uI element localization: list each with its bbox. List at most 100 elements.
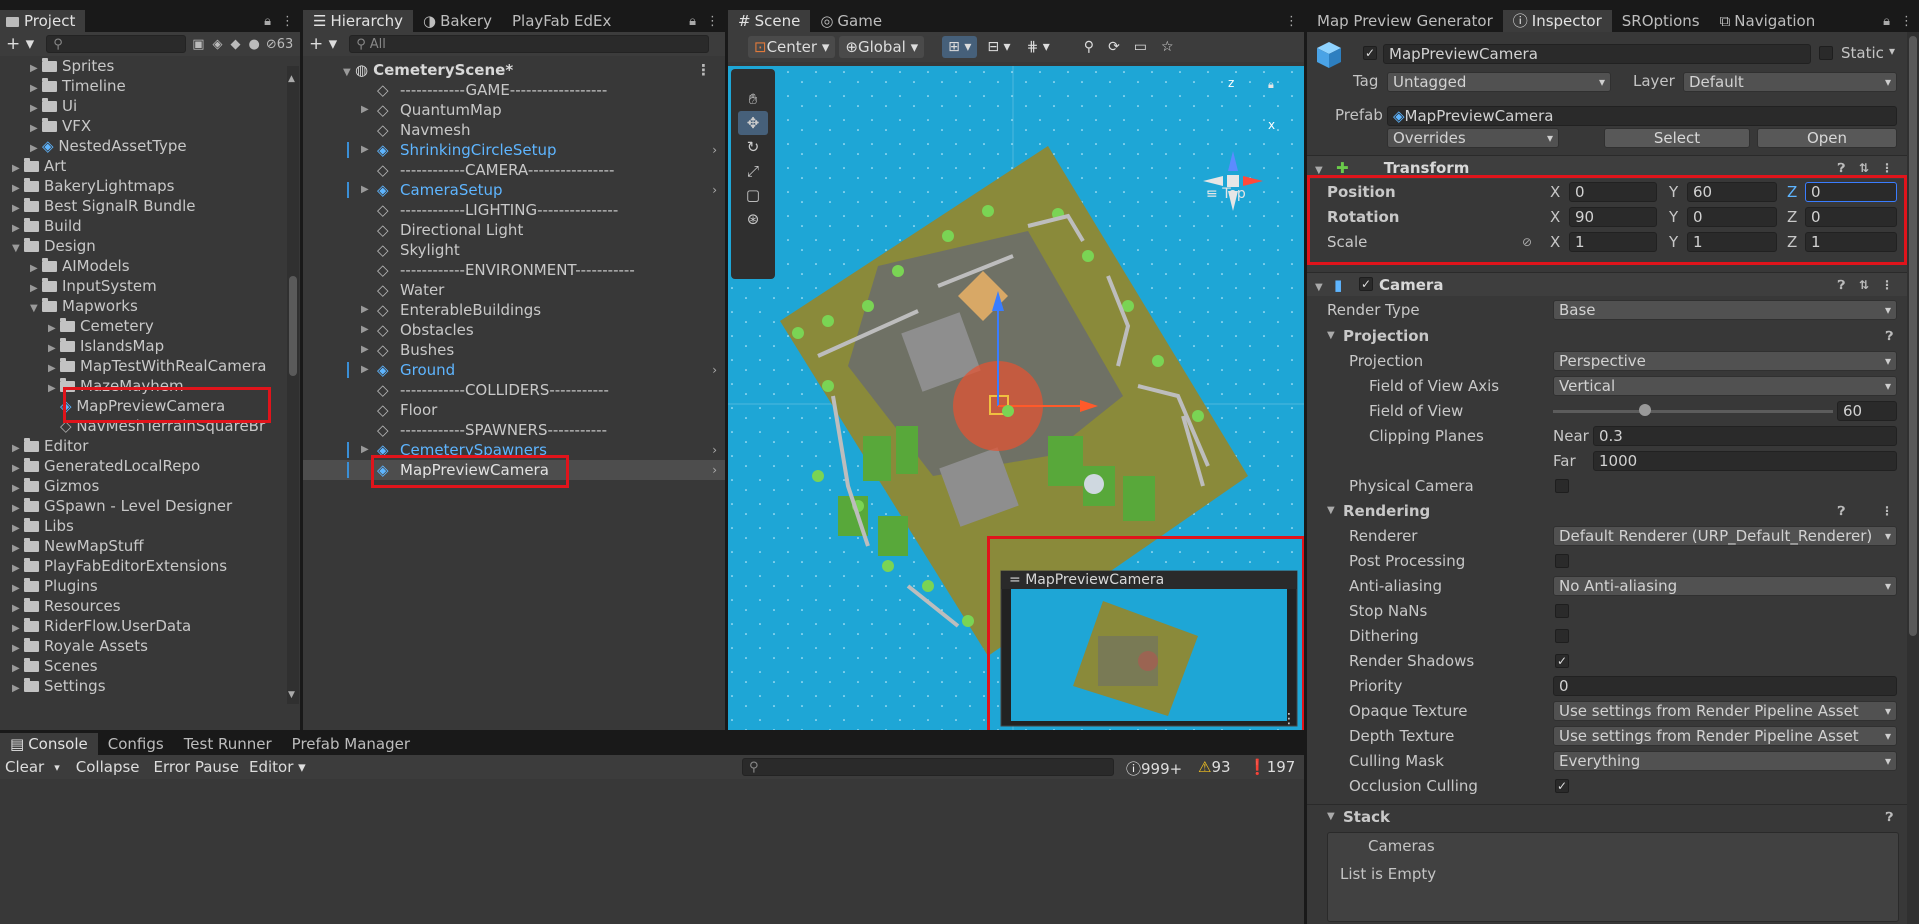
static-dropdown[interactable]: ▾ <box>1889 44 1895 58</box>
post-processing-checkbox[interactable] <box>1555 554 1569 568</box>
tab-scene[interactable]: # Scene <box>728 10 811 32</box>
position-z-field[interactable]: 0 <box>1805 182 1897 202</box>
lock-icon[interactable]: 🔒︎ <box>689 14 696 29</box>
console-search-input[interactable]: ⚲ <box>742 758 1114 776</box>
tag-dropdown[interactable]: Untagged <box>1387 72 1611 92</box>
project-item[interactable]: ▶ InputSystem <box>30 276 157 296</box>
collapsed-arrow-icon[interactable]: ▶ <box>12 679 24 699</box>
rotation-x-field[interactable]: 90 <box>1569 207 1657 227</box>
opaque-texture-dropdown[interactable]: Use settings from Render Pipeline Asset <box>1553 701 1897 721</box>
hierarchy-item[interactable]: ◇ ------------COLLIDERS----------- <box>303 380 725 400</box>
project-item[interactable]: ▶ PlayFabEditorExtensions <box>12 556 227 576</box>
help-icon[interactable]: ❓︎ <box>1886 805 1893 829</box>
project-item[interactable]: ▶ ◈ NestedAssetType <box>30 136 187 156</box>
project-item[interactable]: ▶ Ui <box>30 96 77 116</box>
camera-icon[interactable]: ▭ <box>1134 39 1147 55</box>
space-dropdown[interactable]: ⊕Global ▾ <box>839 36 925 58</box>
orbit-icon[interactable]: ⟳ <box>1108 39 1120 55</box>
collapsed-arrow-icon[interactable]: ▶ <box>361 180 373 200</box>
project-item[interactable]: ▶ BakeryLightmaps <box>12 176 174 196</box>
project-item[interactable]: ▶ GSpawn - Level Designer <box>12 496 232 516</box>
collapsed-arrow-icon[interactable]: ▶ <box>361 360 373 380</box>
projection-section[interactable]: Projection <box>1343 324 1429 348</box>
search-by-type-icon[interactable]: ▣ <box>192 37 204 52</box>
warning-count[interactable]: ⚠93 <box>1198 758 1231 776</box>
transform-header[interactable]: ▼ ✚ Transform ❓︎ ⇅ ⋮ <box>1307 155 1907 179</box>
help-icon[interactable]: ❓︎ <box>1838 156 1845 180</box>
error-count[interactable]: ❗197 <box>1248 758 1295 776</box>
transform-tool-icon[interactable]: ⊛ <box>738 207 768 231</box>
projection-dropdown[interactable]: Perspective <box>1553 351 1897 371</box>
help-icon[interactable]: ❓︎ <box>1838 273 1845 297</box>
hand-tool-icon[interactable]: ✋︎ <box>738 87 768 111</box>
project-item[interactable]: ▶ Cemetery <box>48 316 154 336</box>
project-item[interactable]: ▶ Timeline <box>30 76 126 96</box>
pivot-dropdown[interactable]: ⊡Center ▾ <box>748 36 836 58</box>
project-item[interactable]: ▶ Settings <box>12 676 106 696</box>
project-item[interactable]: ▶ GeneratedLocalRepo <box>12 456 200 476</box>
position-y-field[interactable]: 60 <box>1687 182 1777 202</box>
far-field[interactable]: 1000 <box>1593 451 1897 471</box>
priority-field[interactable]: 0 <box>1553 676 1897 696</box>
position-x-field[interactable]: 0 <box>1569 182 1657 202</box>
preset-icon[interactable]: ⇅ <box>1859 273 1869 297</box>
rotate-tool-icon[interactable]: ↻ <box>738 135 768 159</box>
project-item[interactable]: ▶ IslandsMap <box>48 336 164 356</box>
project-item[interactable]: ▶ Gizmos <box>12 476 99 496</box>
rotation-y-field[interactable]: 0 <box>1687 207 1777 227</box>
open-button[interactable]: Open <box>1757 128 1897 148</box>
renderer-dropdown[interactable]: Default Renderer (URP_Default_Renderer) <box>1553 526 1897 546</box>
tab-project[interactable]: Project <box>0 10 86 32</box>
move-tool-icon[interactable]: ✥ <box>738 111 768 135</box>
hierarchy-item[interactable]: ◇ Floor <box>303 400 725 420</box>
project-item[interactable]: ▶ Sprites <box>30 56 114 76</box>
project-item[interactable]: ▶ AIModels <box>30 256 130 276</box>
hierarchy-item[interactable]: ◇ ------------LIGHTING--------------- <box>303 200 725 220</box>
tab-map-preview-generator[interactable]: Map Preview Generator <box>1307 10 1503 32</box>
project-item[interactable]: ▶ VFX <box>30 116 91 136</box>
tab-bakery[interactable]: ◑ Bakery <box>413 10 502 32</box>
more-icon[interactable]: ⋮ <box>706 14 719 29</box>
project-item[interactable]: ▶ Editor <box>12 436 88 456</box>
hierarchy-item[interactable]: ▶ ◇ EnterableBuildings <box>303 300 725 320</box>
anti-aliasing-dropdown[interactable]: No Anti-aliasing <box>1553 576 1897 596</box>
overrides-dropdown[interactable]: Overrides <box>1387 128 1559 148</box>
tab-configs[interactable]: Configs <box>98 733 174 755</box>
tab-playfab[interactable]: PlayFab EdEx <box>502 10 621 32</box>
create-button[interactable]: + ▾ <box>309 34 337 54</box>
active-checkbox[interactable]: ✓ <box>1363 46 1377 60</box>
project-item[interactable]: ▶ Scenes <box>12 656 98 676</box>
project-search-input[interactable]: ⚲ <box>46 35 187 53</box>
project-item[interactable]: ▶ MapTestWithRealCamera <box>48 356 266 376</box>
hidden-icon[interactable]: ⊘63 <box>266 37 293 52</box>
collapsed-arrow-icon[interactable]: ▶ <box>361 100 373 120</box>
hierarchy-item[interactable]: ◇ Skylight <box>303 240 725 260</box>
rotation-z-field[interactable]: 0 <box>1805 207 1897 227</box>
search-icon[interactable]: ⚲ <box>1084 39 1094 55</box>
project-item[interactable]: ▼ Mapworks <box>30 296 138 316</box>
project-item[interactable]: ▶ Royale Assets <box>12 636 148 656</box>
hierarchy-item[interactable]: ◇ ------------SPAWNERS----------- <box>303 420 725 440</box>
render-type-dropdown[interactable]: Base <box>1553 300 1897 320</box>
clear-dropdown[interactable]: ▾ <box>54 761 60 774</box>
open-prefab-icon[interactable]: › <box>712 360 717 380</box>
label-icon[interactable]: ◆ <box>230 37 240 52</box>
expanded-arrow-icon[interactable]: ▼ <box>30 299 42 319</box>
object-name-field[interactable]: MapPreviewCamera <box>1383 44 1811 64</box>
tab-test-runner[interactable]: Test Runner <box>174 733 282 755</box>
more-icon[interactable]: ⋮ <box>1282 711 1296 727</box>
scene-viewport[interactable]: ✋︎ ✥ ↻ ⤢ ▢ ⊛ z x 🔒︎ ≡ Top = MapPreviewCa… <box>728 66 1304 730</box>
log-count[interactable]: ⓘ999+ <box>1126 758 1182 779</box>
hierarchy-item[interactable]: ▶ ◇ Bushes <box>303 340 725 360</box>
collapsed-arrow-icon[interactable]: ▶ <box>361 440 373 460</box>
hierarchy-item[interactable]: ◇ Directional Light <box>303 220 725 240</box>
tab-navigation[interactable]: ⧉ Navigation <box>1710 10 1826 32</box>
open-prefab-icon[interactable]: › <box>712 180 717 200</box>
fov-slider-track[interactable] <box>1553 410 1833 413</box>
tab-inspector[interactable]: ⓘ Inspector <box>1502 10 1612 32</box>
fov-slider-thumb[interactable] <box>1639 404 1652 416</box>
project-item[interactable]: ▼ Design <box>12 236 96 256</box>
dithering-checkbox[interactable] <box>1555 629 1569 643</box>
add-button[interactable]: + ▾ <box>6 34 34 54</box>
fov-field[interactable]: 60 <box>1837 401 1897 421</box>
